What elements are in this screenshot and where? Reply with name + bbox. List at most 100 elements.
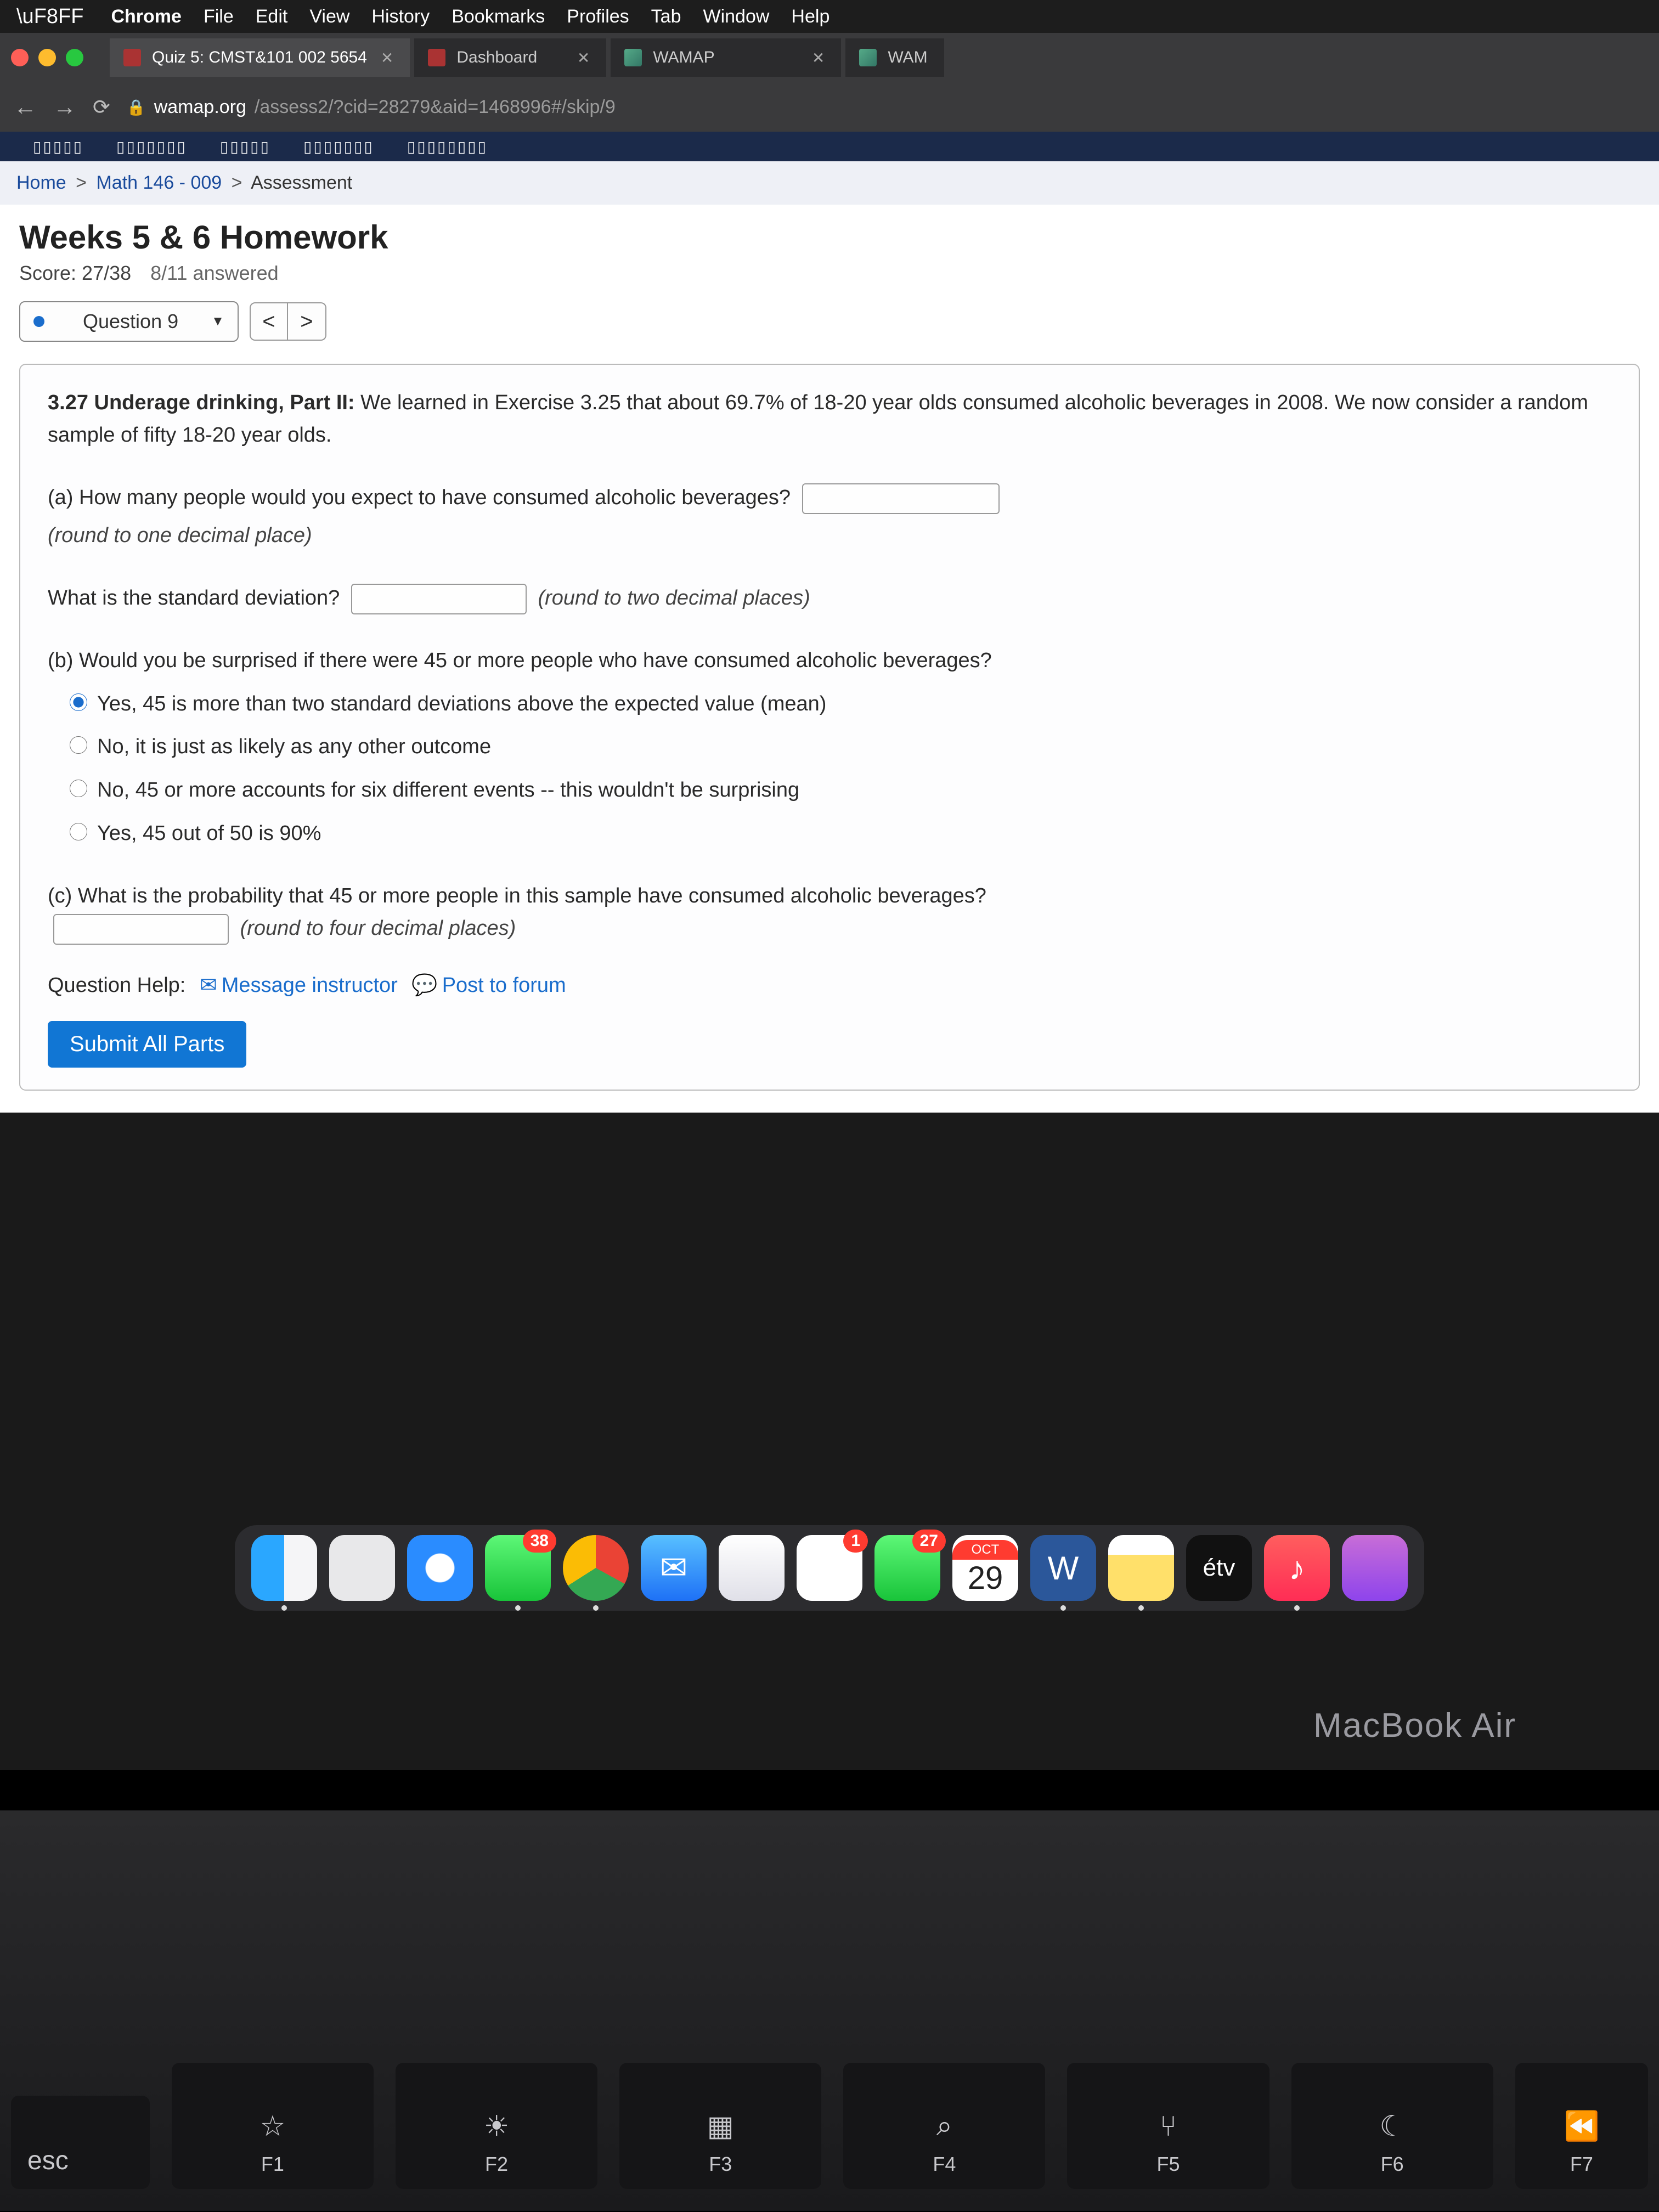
window-close-button[interactable]	[11, 49, 29, 66]
menubar-item-edit[interactable]: Edit	[256, 6, 288, 27]
photos-badge: 1	[843, 1530, 868, 1553]
breadcrumb-current: Assessment	[251, 172, 352, 193]
menubar-item-file[interactable]: File	[204, 6, 234, 27]
browser-tab-wamap[interactable]: WAMAP ✕	[611, 38, 841, 77]
calendar-month: OCT	[952, 1540, 1018, 1560]
menubar-item-history[interactable]: History	[371, 6, 430, 27]
part-b-options: Yes, 45 is more than two standard deviat…	[48, 688, 1611, 850]
menubar-item-window[interactable]: Window	[703, 6, 769, 27]
tab-favicon-icon	[428, 49, 445, 66]
calendar-day: 29	[968, 1560, 1003, 1596]
part-c-hint: (round to four decimal places)	[240, 917, 516, 940]
dock-calendar-icon[interactable]: OCT 29	[952, 1535, 1018, 1601]
submit-button[interactable]: Submit All Parts	[48, 1021, 246, 1068]
nav-item[interactable]: ▯▯▯▯▯▯▯	[116, 138, 187, 156]
option-3-label: No, 45 or more accounts for six differen…	[97, 774, 799, 806]
tab-title: WAMAP	[653, 48, 714, 67]
key-f6: ☾F6	[1291, 2063, 1493, 2189]
option-1-radio[interactable]	[70, 693, 87, 711]
main-content: Weeks 5 & 6 Homework Score: 27/38 8/11 a…	[0, 205, 1659, 1113]
part-c-text: (c) What is the probability that 45 or m…	[48, 880, 1611, 912]
option-3[interactable]: No, 45 or more accounts for six differen…	[70, 774, 1611, 806]
browser-tab-wam[interactable]: WAM	[845, 38, 944, 77]
option-3-radio[interactable]	[70, 780, 87, 797]
key-f7: ⏪F7	[1515, 2063, 1648, 2189]
dock-podcasts-icon[interactable]	[1342, 1535, 1408, 1601]
browser-toolbar: ← → ⟳ 🔒 wamap.org/assess2/?cid=28279&aid…	[0, 82, 1659, 132]
option-2-radio[interactable]	[70, 736, 87, 754]
menubar-item-profiles[interactable]: Profiles	[567, 6, 629, 27]
tab-title: Dashboard	[456, 48, 537, 67]
dock-photos-icon[interactable]: 1	[797, 1535, 862, 1601]
reload-button[interactable]: ⟳	[93, 95, 110, 120]
dock-music-icon[interactable]: ♪	[1264, 1535, 1330, 1601]
dock-finder-icon[interactable]	[251, 1535, 317, 1601]
dock-chrome-icon[interactable]	[563, 1535, 629, 1601]
status-dot-icon	[33, 316, 44, 327]
key-f3: ▦F3	[619, 2063, 821, 2189]
option-4[interactable]: Yes, 45 out of 50 is 90%	[70, 817, 1611, 850]
part-a-hint: (round to one decimal place)	[48, 520, 1611, 552]
window-minimize-button[interactable]	[38, 49, 56, 66]
part-c-input[interactable]	[53, 914, 229, 945]
menubar-app[interactable]: Chrome	[111, 6, 181, 27]
apple-icon[interactable]: \uF8FF	[16, 5, 83, 29]
dock: 38 ✉ 1 27 OCT 29 W étv ♪	[235, 1525, 1424, 1611]
window-zoom-button[interactable]	[66, 49, 83, 66]
post-forum-link[interactable]: 💬Post to forum	[411, 974, 566, 997]
tab-title: Quiz 5: CMST&101 002 5654	[152, 48, 367, 67]
nav-item[interactable]: ▯▯▯▯▯	[220, 138, 270, 156]
tab-favicon-icon	[123, 49, 141, 66]
window-tabstrip: Quiz 5: CMST&101 002 5654 ✕ Dashboard ✕ …	[0, 33, 1659, 82]
tab-close-icon[interactable]: ✕	[809, 49, 827, 67]
traffic-lights	[11, 49, 83, 66]
dock-mail-icon[interactable]: ✉	[641, 1535, 707, 1601]
back-button[interactable]: ←	[14, 94, 37, 120]
menubar-item-help[interactable]: Help	[791, 6, 830, 27]
key-f1: ☆F1	[172, 2063, 374, 2189]
key-f4: ⌕F4	[843, 2063, 1045, 2189]
url-host: wamap.org	[154, 97, 246, 118]
messages-badge: 38	[523, 1530, 556, 1553]
menubar-item-bookmarks[interactable]: Bookmarks	[452, 6, 545, 27]
menubar-item-view[interactable]: View	[309, 6, 349, 27]
std-dev-input[interactable]	[351, 584, 527, 614]
facetime-badge: 27	[912, 1530, 946, 1553]
menubar-item-tab[interactable]: Tab	[651, 6, 681, 27]
page-title: Weeks 5 & 6 Homework	[19, 218, 1640, 256]
part-a-text: (a) How many people would you expect to …	[48, 486, 791, 509]
question-dropdown[interactable]: Question 9 ▼	[19, 301, 239, 342]
nav-item[interactable]: ▯▯▯▯▯	[33, 138, 83, 156]
address-bar[interactable]: 🔒 wamap.org/assess2/?cid=28279&aid=14689…	[127, 97, 616, 118]
key-f2: ☀F2	[396, 2063, 597, 2189]
browser-tab-dashboard[interactable]: Dashboard ✕	[414, 38, 606, 77]
dock-facetime-icon[interactable]: 27	[874, 1535, 940, 1601]
forward-button[interactable]: →	[53, 94, 76, 120]
message-instructor-link[interactable]: ✉Message instructor	[200, 974, 403, 997]
dock-notes-icon[interactable]	[1108, 1535, 1174, 1601]
part-a-input[interactable]	[802, 483, 1000, 514]
dock-launchpad-icon[interactable]	[329, 1535, 395, 1601]
dock-appletv-icon[interactable]: étv	[1186, 1535, 1252, 1601]
nav-item[interactable]: ▯▯▯▯▯▯▯	[303, 138, 374, 156]
browser-tab-quiz[interactable]: Quiz 5: CMST&101 002 5654 ✕	[110, 38, 410, 77]
breadcrumb-home[interactable]: Home	[16, 172, 66, 193]
option-2[interactable]: No, it is just as likely as any other ou…	[70, 731, 1611, 763]
laptop-model-label: MacBook Air	[1313, 1706, 1516, 1745]
dock-messages-icon[interactable]: 38	[485, 1535, 551, 1601]
dock-word-icon[interactable]: W	[1030, 1535, 1096, 1601]
breadcrumb-course[interactable]: Math 146 - 009	[96, 172, 222, 193]
question-card: 3.27 Underage drinking, Part II: We lear…	[19, 364, 1640, 1091]
dock-safari-icon[interactable]	[407, 1535, 473, 1601]
dock-app-icon[interactable]	[719, 1535, 785, 1601]
next-question-button[interactable]: >	[288, 302, 326, 341]
part-a: (a) How many people would you expect to …	[48, 482, 1611, 514]
option-1[interactable]: Yes, 45 is more than two standard deviat…	[70, 688, 1611, 720]
key-f5: ⑂F5	[1067, 2063, 1269, 2189]
prev-question-button[interactable]: <	[250, 302, 288, 341]
nav-item[interactable]: ▯▯▯▯▯▯▯▯	[407, 138, 488, 156]
tab-close-icon[interactable]: ✕	[378, 49, 396, 67]
option-4-radio[interactable]	[70, 823, 87, 840]
answered-count: 8/11 answered	[150, 262, 279, 284]
tab-close-icon[interactable]: ✕	[574, 49, 592, 67]
